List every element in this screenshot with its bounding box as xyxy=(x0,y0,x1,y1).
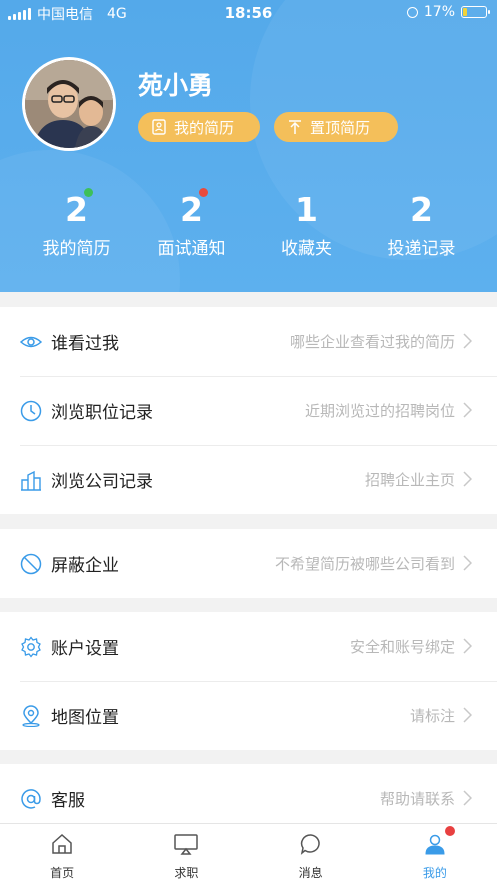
tab-label: 消息 xyxy=(298,866,323,880)
menu-job-history[interactable]: 浏览职位记录 近期浏览过的招聘岗位 xyxy=(0,376,497,445)
menu-title: 屏蔽企业 xyxy=(51,556,119,576)
menu-hint: 近期浏览过的招聘岗位 xyxy=(304,402,455,420)
tab-mine[interactable]: 我的 xyxy=(373,824,497,883)
menu-title: 账户设置 xyxy=(51,639,119,659)
menu-title: 客服 xyxy=(51,791,85,811)
tab-bar: 首页 求职 消息 我的 xyxy=(0,823,497,883)
eye-icon xyxy=(20,336,42,348)
at-icon xyxy=(21,789,41,809)
tab-label: 首页 xyxy=(50,866,75,880)
my-resume-label: 我的简历 xyxy=(174,118,235,137)
chevron-right-icon xyxy=(463,555,472,571)
tab-jobs[interactable]: 求职 xyxy=(124,824,248,883)
menu-block-company[interactable]: 屏蔽企业 不希望简历被哪些公司看到 xyxy=(0,529,497,598)
menu-customer-service[interactable]: 客服 帮助请联系 xyxy=(0,764,497,823)
menu-map-location[interactable]: 地图位置 请标注 xyxy=(0,681,497,750)
menu-title: 浏览公司记录 xyxy=(51,472,153,492)
battery-icon xyxy=(461,6,490,18)
menu-hint: 不希望简历被哪些公司看到 xyxy=(274,555,455,573)
menu-title: 谁看过我 xyxy=(51,334,119,354)
stat-interview[interactable]: 2 面试通知 xyxy=(134,188,249,259)
menu-hint: 安全和账号绑定 xyxy=(349,638,455,656)
chevron-right-icon xyxy=(463,638,472,654)
stat-value: 2 xyxy=(65,190,88,229)
stat-favorites[interactable]: 1 收藏夹 xyxy=(249,188,364,259)
stat-value: 2 xyxy=(180,190,203,229)
home-icon xyxy=(52,833,72,854)
menu-group-support: 客服 帮助请联系 xyxy=(0,764,497,823)
status-bar: 中国电信 4G 18:56 17% xyxy=(0,0,497,26)
stat-label: 收藏夹 xyxy=(281,239,332,259)
chat-bubble-icon xyxy=(300,834,320,855)
menu-hint: 招聘企业主页 xyxy=(364,471,455,489)
location-icon xyxy=(22,705,40,727)
user-icon xyxy=(425,834,445,855)
menu-title: 浏览职位记录 xyxy=(51,403,153,423)
stat-applications[interactable]: 2 投递记录 xyxy=(364,188,479,259)
user-name: 苑小勇 xyxy=(138,71,214,100)
pin-top-icon xyxy=(289,120,301,134)
avatar[interactable] xyxy=(22,57,116,151)
chevron-right-icon xyxy=(463,471,472,487)
block-icon xyxy=(20,553,42,575)
stat-value: 2 xyxy=(410,190,433,229)
monitor-icon xyxy=(174,834,199,855)
chevron-right-icon xyxy=(463,402,472,418)
chevron-right-icon xyxy=(463,333,472,349)
chevron-right-icon xyxy=(463,707,472,723)
chevron-right-icon xyxy=(463,790,472,806)
gear-icon xyxy=(21,636,41,658)
tab-messages[interactable]: 消息 xyxy=(249,824,373,883)
pin-resume-label: 置顶简历 xyxy=(310,118,371,137)
stat-label: 投递记录 xyxy=(387,239,456,259)
menu-account-settings[interactable]: 账户设置 安全和账号绑定 xyxy=(0,612,497,681)
menu-group-account: 账户设置 安全和账号绑定 地图位置 请标注 xyxy=(0,612,497,750)
menu-company-history[interactable]: 浏览公司记录 招聘企业主页 xyxy=(0,445,497,514)
menu-hint: 请标注 xyxy=(409,707,455,725)
stat-value: 1 xyxy=(295,190,318,229)
tab-home[interactable]: 首页 xyxy=(0,824,124,883)
status-dot xyxy=(199,188,208,197)
clock-icon xyxy=(20,400,42,422)
stats-row: 2 我的简历 2 面试通知 1 收藏夹 2 投递记录 xyxy=(0,188,497,259)
menu-viewed-me[interactable]: 谁看过我 哪些企业查看过我的简历 xyxy=(0,307,497,376)
my-resume-button[interactable]: 我的简历 xyxy=(138,112,260,142)
profile-header: 中国电信 4G 18:56 17% 苑小勇 我的简历 置顶简历 2 我的简历 2… xyxy=(0,0,497,292)
menu-title: 地图位置 xyxy=(51,708,119,728)
pin-resume-button[interactable]: 置顶简历 xyxy=(274,112,398,142)
menu-hint: 哪些企业查看过我的简历 xyxy=(289,333,455,351)
building-icon xyxy=(21,470,41,491)
notification-badge xyxy=(444,826,455,836)
rotation-lock-icon xyxy=(406,6,418,18)
menu-hint: 帮助请联系 xyxy=(379,790,455,808)
menu-group-history: 谁看过我 哪些企业查看过我的简历 浏览职位记录 近期浏览过的招聘岗位 浏览公司记… xyxy=(0,307,497,514)
status-dot xyxy=(84,188,93,197)
stat-label: 我的简历 xyxy=(42,239,111,259)
battery-percent: 17% xyxy=(423,4,455,20)
tab-label: 求职 xyxy=(174,866,199,880)
stat-my-resume[interactable]: 2 我的简历 xyxy=(19,188,134,259)
resume-icon xyxy=(152,119,166,135)
tab-label: 我的 xyxy=(422,866,447,880)
menu-group-privacy: 屏蔽企业 不希望简历被哪些公司看到 xyxy=(0,529,497,598)
stat-label: 面试通知 xyxy=(157,239,226,259)
